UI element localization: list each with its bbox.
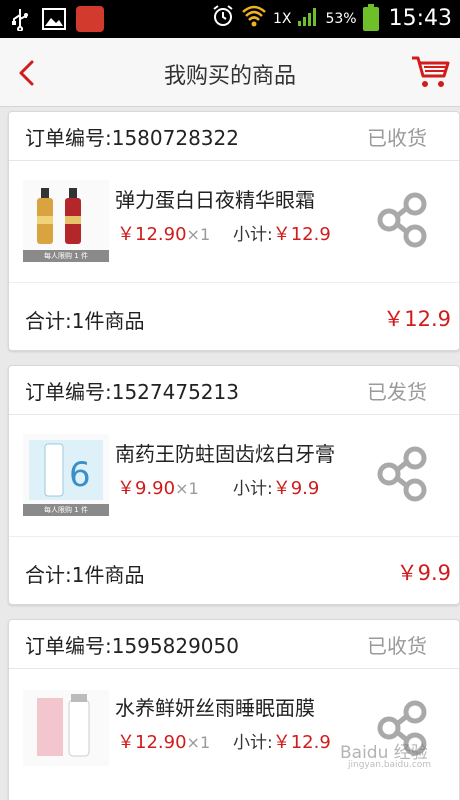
product-thumbnail[interactable]: 每人限购 1 件 bbox=[23, 180, 109, 262]
signal-icon bbox=[297, 5, 319, 32]
watermark: Baidu 经验 jingyan.baidu.com bbox=[340, 738, 440, 778]
order-header: 订单编号:1527475213 已发货 bbox=[9, 366, 459, 415]
order-status: 已收货 bbox=[367, 126, 427, 150]
clock-time: 15:43 bbox=[388, 6, 452, 31]
subtotal-label: 小计: bbox=[233, 733, 273, 753]
svg-text:6: 6 bbox=[69, 455, 91, 495]
product-name[interactable]: 水养鲜妍丝雨睡眠面膜 bbox=[115, 692, 315, 721]
order-number: 订单编号:1595829050 bbox=[25, 634, 239, 658]
summary-label: 合计:1件商品 bbox=[25, 309, 145, 333]
subtotal: 小计:￥12.9 bbox=[233, 728, 331, 754]
share-icon[interactable] bbox=[375, 192, 431, 248]
summary-total: ￥9.9 bbox=[396, 561, 451, 585]
shopping-cart-icon[interactable] bbox=[410, 54, 450, 90]
product-thumbnail[interactable] bbox=[23, 690, 109, 766]
alarm-icon bbox=[211, 4, 235, 33]
product-price: ￥12.90×1 bbox=[117, 220, 210, 246]
product-price: ￥9.90×1 bbox=[117, 474, 199, 500]
page-title: 我购买的商品 bbox=[163, 64, 296, 89]
wifi-icon bbox=[241, 4, 267, 33]
subtotal-value: ￥12.9 bbox=[272, 224, 331, 245]
app-notification-icon bbox=[76, 6, 104, 32]
summary-total: ￥12.9 bbox=[383, 307, 451, 331]
thumbnail-caption: 每人限购 1 件 bbox=[23, 250, 109, 262]
unit-price: ￥12.90 bbox=[117, 224, 187, 245]
summary-label: 合计:1件商品 bbox=[25, 563, 145, 587]
subtotal-value: ￥9.9 bbox=[272, 478, 320, 499]
subtotal: 小计:￥12.9 bbox=[233, 220, 331, 246]
order-summary: 合计:1件商品 ￥12.9 bbox=[9, 282, 459, 351]
order-number: 订单编号:1580728322 bbox=[25, 126, 239, 150]
product-price: ￥12.90×1 bbox=[117, 728, 210, 754]
network-type-label: 1X bbox=[272, 10, 292, 27]
gallery-icon bbox=[42, 7, 66, 31]
order-number: 订单编号:1527475213 bbox=[25, 380, 239, 404]
share-icon[interactable] bbox=[375, 446, 431, 502]
watermark-url: jingyan.baidu.com bbox=[348, 760, 432, 770]
product-name[interactable]: 南药王防蛀固齿炫白牙膏 bbox=[115, 438, 335, 467]
order-header: 订单编号:1595829050 已收货 bbox=[9, 620, 459, 669]
order-header: 订单编号:1580728322 已收货 bbox=[9, 112, 459, 161]
quantity: ×1 bbox=[186, 733, 211, 752]
subtotal-value: ￥12.9 bbox=[272, 732, 331, 753]
usb-icon bbox=[8, 7, 32, 31]
product-thumbnail[interactable]: 6 每人限购 1 件 bbox=[23, 434, 109, 516]
top-header: 我购买的商品 bbox=[0, 38, 460, 107]
subtotal-label: 小计: bbox=[233, 479, 273, 499]
battery-icon bbox=[362, 3, 379, 31]
order-summary: 合计:1件商品 ￥9.9 bbox=[9, 536, 459, 605]
thumbnail-caption: 每人限购 1 件 bbox=[23, 504, 109, 516]
order-status: 已收货 bbox=[367, 634, 427, 658]
order-card[interactable]: 订单编号:1580728322 已收货 每人限购 1 件 弹力蛋白日夜精华眼霜 … bbox=[8, 111, 460, 351]
status-bar: 1X 53% 15:43 bbox=[0, 0, 460, 38]
order-card[interactable]: 订单编号:1527475213 已发货 6 每人限购 1 件 南药王防蛀固齿炫白… bbox=[8, 365, 460, 605]
subtotal: 小计:￥9.9 bbox=[233, 474, 319, 500]
quantity: ×1 bbox=[175, 479, 199, 498]
order-status: 已发货 bbox=[367, 380, 427, 404]
battery-percent: 53% bbox=[325, 10, 357, 27]
product-name[interactable]: 弹力蛋白日夜精华眼霜 bbox=[115, 184, 315, 213]
quantity: ×1 bbox=[186, 225, 211, 244]
unit-price: ￥12.90 bbox=[117, 732, 187, 753]
subtotal-label: 小计: bbox=[233, 225, 273, 245]
unit-price: ￥9.90 bbox=[117, 478, 176, 499]
